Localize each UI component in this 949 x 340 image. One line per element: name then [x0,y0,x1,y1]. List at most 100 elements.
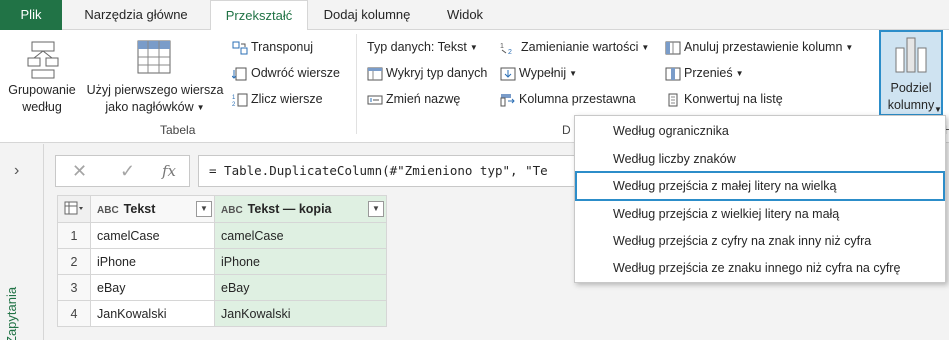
ribbon-separator [356,34,357,134]
transpose-icon [232,41,248,55]
detect-type-label: Wykryj typ danych [386,66,488,80]
chevron-down-icon: ▼ [641,42,650,52]
pivot-column-icon [500,93,515,107]
split-column-label-2: kolumny [887,98,935,112]
convert-to-list-button[interactable]: Konwertuj na listę [665,90,783,108]
fill-button[interactable]: Wypełnij ▼ [500,64,577,82]
column-header-label: Tekst — kopia [247,202,332,216]
table-cell[interactable]: camelCase [90,222,215,249]
table-cell[interactable]: eBay [90,274,215,301]
split-column-label-1: Podziel [890,81,932,95]
pivot-column-button[interactable]: Kolumna przestawna [500,90,636,108]
svg-text:2: 2 [508,49,512,55]
replace-values-button[interactable]: 1 2 Zamienianie wartości ▼ [500,38,649,56]
formula-buttons: ✕ ✓ fx [55,155,190,187]
svg-text:2: 2 [232,102,236,107]
use-first-row-headers-button[interactable]: Użyj pierwszego wiersza jako nagłówków ▼ [82,34,228,118]
menu-item-by-delimiter[interactable]: Według ogranicznika [575,117,945,145]
group-by-label-2: według [22,100,62,114]
filter-dropdown-icon[interactable]: ▼ [196,201,212,217]
split-column-menu: Według ogranicznika Według liczby znaków… [574,115,946,283]
fill-label: Wypełnij [519,66,567,80]
convert-to-list-label: Konwertuj na listę [684,92,783,106]
column-header-label: Tekst [123,202,156,216]
data-type-label: Typ danych: Tekst [367,40,467,54]
data-grid: ABC Tekst ▼ ABC Tekst — kopia ▼ 1 camelCas… [57,195,387,327]
row-number[interactable]: 3 [57,274,91,301]
count-rows-icon: 12 [232,93,248,107]
group-by-button[interactable]: Grupowanie według [4,34,80,118]
move-button[interactable]: Przenieś ▼ [665,64,744,82]
transpose-button[interactable]: Transponuj [232,38,313,56]
menu-item-uppercase-to-lowercase[interactable]: Według przejścia z wielkiej litery na ma… [575,200,945,228]
any-column-group-label: D [562,123,571,137]
fill-down-icon [500,67,516,81]
row-number[interactable]: 1 [57,222,91,249]
table-cell[interactable]: iPhone [90,248,215,275]
detect-type-icon [367,67,383,81]
ribbon-tab-bar: Plik Narzędzia główne Przekształć Dodaj … [0,0,949,31]
unpivot-label: Anuluj przestawienie kolumn [684,40,843,54]
column-header-tekst[interactable]: ABC Tekst ▼ [90,195,215,223]
count-rows-button[interactable]: 1 2 Zlicz wiersze [232,90,323,108]
cancel-icon[interactable]: ✕ [72,161,87,182]
table-row: 3 eBay eBay [57,274,387,301]
table-headers-icon [137,40,171,74]
tab-widok[interactable]: Widok [426,0,504,30]
tab-dodaj-kolumne[interactable]: Dodaj kolumnę [308,0,426,30]
data-type-dropdown[interactable]: Typ danych: Tekst ▼ [367,38,478,56]
table-cell[interactable]: JanKowalski [214,300,387,327]
pivot-column-label: Kolumna przestawna [519,92,636,106]
unpivot-columns-button[interactable]: Anuluj przestawienie kolumn ▼ [665,38,853,56]
chevron-down-icon: ▼ [469,42,478,52]
table-menu-icon[interactable] [57,195,91,223]
menu-item-by-number-of-characters[interactable]: Według liczby znaków [575,145,945,173]
expand-chevron-icon[interactable]: › [14,162,19,180]
menu-item-non-digit-to-digit[interactable]: Według przejścia ze znaku innego niż cyf… [575,254,945,282]
queries-label[interactable]: Zapytania [4,254,19,340]
svg-text:1: 1 [232,95,236,101]
table-cell[interactable]: camelCase [214,222,387,249]
fx-icon[interactable]: fx [162,162,176,180]
group-by-label-1: Grupowanie [8,83,76,97]
table-cell[interactable]: iPhone [214,248,387,275]
group-by-icon [27,41,59,79]
chevron-down-icon: ▼ [934,105,942,114]
chevron-down-icon: ▼ [735,68,744,78]
rename-button[interactable]: Zmień nazwę [367,90,460,108]
split-column-button[interactable]: Podziel kolumny ▼ [879,30,943,116]
replace-values-label: Zamienianie wartości [521,40,639,54]
table-row: 4 JanKowalski JanKowalski [57,300,387,327]
move-icon [665,67,681,81]
list-icon [668,93,678,107]
queries-pane-collapsed: › Zapytania [0,144,44,340]
menu-item-lowercase-to-uppercase[interactable]: Według przejścia z małej litery na wielk… [575,171,945,201]
reverse-rows-label: Odwróć wiersze [251,66,340,80]
tab-plik[interactable]: Plik [0,0,62,30]
reverse-rows-icon [232,67,247,81]
table-row: 1 camelCase camelCase [57,222,387,249]
svg-text:1: 1 [500,43,504,50]
rename-icon [367,95,383,105]
table-cell[interactable]: eBay [214,274,387,301]
row-number[interactable]: 2 [57,248,91,275]
split-column-icon [895,37,927,73]
move-label: Przenieś [684,66,733,80]
row-number[interactable]: 4 [57,300,91,327]
reverse-rows-button[interactable]: Odwróć wiersze [232,64,340,82]
text-type-icon: ABC [221,205,243,216]
column-header-tekst-kopia[interactable]: ABC Tekst — kopia ▼ [214,195,387,223]
commit-icon[interactable]: ✓ [120,161,135,182]
transpose-label: Transponuj [251,40,314,54]
table-row: 2 iPhone iPhone [57,248,387,275]
chevron-down-icon: ▼ [845,42,854,52]
chevron-down-icon: ▼ [196,103,205,113]
detect-data-type-button[interactable]: Wykryj typ danych [367,64,487,82]
unpivot-icon [665,41,681,55]
tab-narzedzia-glowne[interactable]: Narzędzia główne [62,0,210,30]
filter-dropdown-icon[interactable]: ▼ [368,201,384,217]
menu-item-digit-to-non-digit[interactable]: Według przejścia z cyfry na znak inny ni… [575,227,945,255]
table-cell[interactable]: JanKowalski [90,300,215,327]
tab-przeksztalc[interactable]: Przekształć [210,0,308,31]
rename-label: Zmień nazwę [386,92,461,106]
